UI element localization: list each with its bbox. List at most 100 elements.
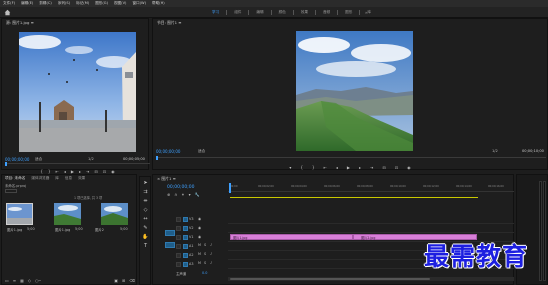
project-item-thumbnail[interactable]	[54, 203, 81, 225]
new-item-icon[interactable]: ⊞	[122, 278, 125, 284]
razor-tool-icon[interactable]: ◇	[142, 207, 149, 214]
eye-icon[interactable]: ◉	[198, 235, 201, 239]
extract-icon[interactable]: ⊡	[395, 165, 398, 170]
pen-tool-icon[interactable]: ✎	[142, 225, 149, 232]
export-frame-icon[interactable]: ◉	[111, 169, 115, 174]
menu-help[interactable]: 帮助(H)	[152, 1, 165, 6]
mark-out-icon[interactable]: }	[48, 169, 51, 174]
source-fit-select[interactable]: 适合	[35, 157, 42, 162]
selection-tool-icon[interactable]: ➤	[142, 180, 149, 187]
new-bin-icon[interactable]: ▣	[114, 278, 118, 284]
menu-clip[interactable]: 剪辑(C)	[39, 1, 52, 6]
lift-icon[interactable]: ⊟	[382, 165, 385, 170]
timeline-title[interactable]: × 图片1 ≡	[157, 176, 176, 182]
workspace-tab-editing[interactable]: 编辑	[249, 10, 270, 15]
step-back-icon[interactable]: ◂	[336, 165, 338, 170]
menu-file[interactable]: 文件(F)	[3, 1, 15, 6]
track-lock-icon[interactable]	[176, 262, 181, 267]
timeline-scrollbar[interactable]	[228, 277, 514, 281]
eye-icon[interactable]: ◉	[198, 226, 201, 230]
workspace-tab-assembly[interactable]: 组件	[227, 10, 248, 15]
track-row-v3[interactable]	[228, 215, 514, 224]
program-timecode-in[interactable]: 00;00;00;00	[156, 149, 180, 154]
tab-info[interactable]: 信息	[65, 176, 72, 181]
workspace-tab-libraries[interactable]: 库	[360, 10, 378, 15]
eye-icon[interactable]: ◉	[198, 217, 201, 221]
step-forward-icon[interactable]: ▸	[359, 165, 361, 170]
source-timecode-in[interactable]: 00;00;00;00	[5, 157, 29, 162]
tab-media-browser[interactable]: 媒体浏览器	[31, 176, 49, 181]
source-playhead[interactable]	[5, 162, 7, 166]
freeform-view-icon[interactable]: ◇	[28, 278, 31, 284]
solo-button[interactable]: S	[204, 261, 206, 265]
source-resolution-select[interactable]: 1/2	[88, 157, 94, 161]
track-lock-icon[interactable]	[176, 235, 181, 240]
zoom-slider[interactable]: ○─	[35, 278, 41, 284]
workspace-more-button[interactable]: »	[365, 10, 367, 15]
track-select-tool-icon[interactable]: ⇉	[142, 189, 149, 196]
timeline-timecode[interactable]: 00;00;00;00	[167, 185, 194, 190]
lock-icon[interactable]: ▭	[5, 278, 9, 284]
step-forward-icon[interactable]: ▸	[79, 169, 81, 174]
icon-view-icon[interactable]: ▦	[20, 278, 24, 284]
tab-libraries[interactable]: 库	[55, 176, 59, 181]
menu-graphics[interactable]: 图形(G)	[95, 1, 108, 6]
track-target-toggle[interactable]	[183, 226, 188, 231]
track-target-toggle[interactable]	[183, 253, 188, 258]
program-playhead[interactable]	[156, 156, 158, 160]
microphone-icon[interactable]: ♪	[210, 252, 212, 256]
step-back-icon[interactable]: ◂	[64, 169, 66, 174]
trash-icon[interactable]: ⌫	[129, 278, 135, 284]
insert-icon[interactable]: ⊟	[94, 169, 97, 174]
track-target-toggle[interactable]	[183, 235, 188, 240]
overwrite-icon[interactable]: ⊡	[103, 169, 106, 174]
go-to-in-icon[interactable]: ⇤	[324, 165, 327, 170]
timeline-time-ruler[interactable]: 00;00 00;00;02;00 00;00;04;00 00;00;06;0…	[228, 183, 514, 193]
timeline-clip[interactable]: 图片1.jpg	[230, 234, 353, 240]
add-marker-icon[interactable]: ▾	[189, 192, 191, 197]
workspace-tab-learn[interactable]: 学习	[205, 10, 226, 15]
track-row-v2[interactable]	[228, 224, 514, 233]
menu-marker[interactable]: 标记(M)	[76, 1, 89, 6]
tab-project[interactable]: 项目: 未命名	[5, 176, 25, 181]
settings-icon[interactable]: 🔧	[195, 192, 200, 197]
go-to-out-icon[interactable]: ⇥	[86, 169, 89, 174]
source-patch-v1[interactable]	[165, 230, 175, 236]
nest-icon[interactable]: ⊕	[167, 192, 170, 197]
microphone-icon[interactable]: ♪	[210, 243, 212, 247]
track-lock-icon[interactable]	[176, 226, 181, 231]
mute-button[interactable]: M	[198, 261, 201, 265]
program-monitor-title[interactable]: 节目: 图片1 ≡	[157, 20, 181, 26]
mute-button[interactable]: M	[198, 252, 201, 256]
mark-out-icon[interactable]: }	[312, 165, 315, 170]
play-icon[interactable]: ▶	[71, 169, 74, 174]
export-frame-icon[interactable]: ◉	[407, 165, 411, 170]
go-to-out-icon[interactable]: ⇥	[370, 165, 373, 170]
track-lock-icon[interactable]	[176, 253, 181, 258]
mute-button[interactable]: M	[198, 243, 201, 247]
home-icon[interactable]	[4, 9, 11, 16]
workspace-tab-audio[interactable]: 音频	[316, 10, 337, 15]
program-resolution-select[interactable]: 1/2	[492, 149, 498, 153]
work-area-bar[interactable]	[230, 197, 478, 198]
timeline-scroll-thumb[interactable]	[230, 278, 430, 280]
slip-tool-icon[interactable]: ↔	[142, 216, 149, 223]
track-target-toggle[interactable]	[183, 244, 188, 249]
linked-selection-icon[interactable]: ⚭	[181, 192, 184, 197]
add-marker-icon[interactable]: ▾	[289, 165, 291, 170]
track-lock-icon[interactable]	[176, 244, 181, 249]
solo-button[interactable]: S	[204, 252, 206, 256]
snap-icon[interactable]: ∩	[174, 192, 177, 197]
source-monitor-title[interactable]: 源: 图片1.jpg ≡	[6, 20, 34, 26]
timeline-playhead[interactable]	[229, 183, 231, 193]
tab-effects[interactable]: 效果	[78, 176, 85, 181]
project-item-thumbnail[interactable]	[6, 203, 33, 225]
track-lock-icon[interactable]	[176, 217, 181, 222]
track-target-toggle[interactable]	[183, 262, 188, 267]
master-volume-value[interactable]: 0.0	[202, 271, 207, 275]
source-patch-a1[interactable]	[165, 242, 175, 248]
menu-edit[interactable]: 编辑(E)	[21, 1, 33, 6]
menu-view[interactable]: 视图(V)	[114, 1, 126, 6]
go-to-in-icon[interactable]: ⇤	[56, 169, 59, 174]
ripple-edit-tool-icon[interactable]: ⇹	[142, 198, 149, 205]
